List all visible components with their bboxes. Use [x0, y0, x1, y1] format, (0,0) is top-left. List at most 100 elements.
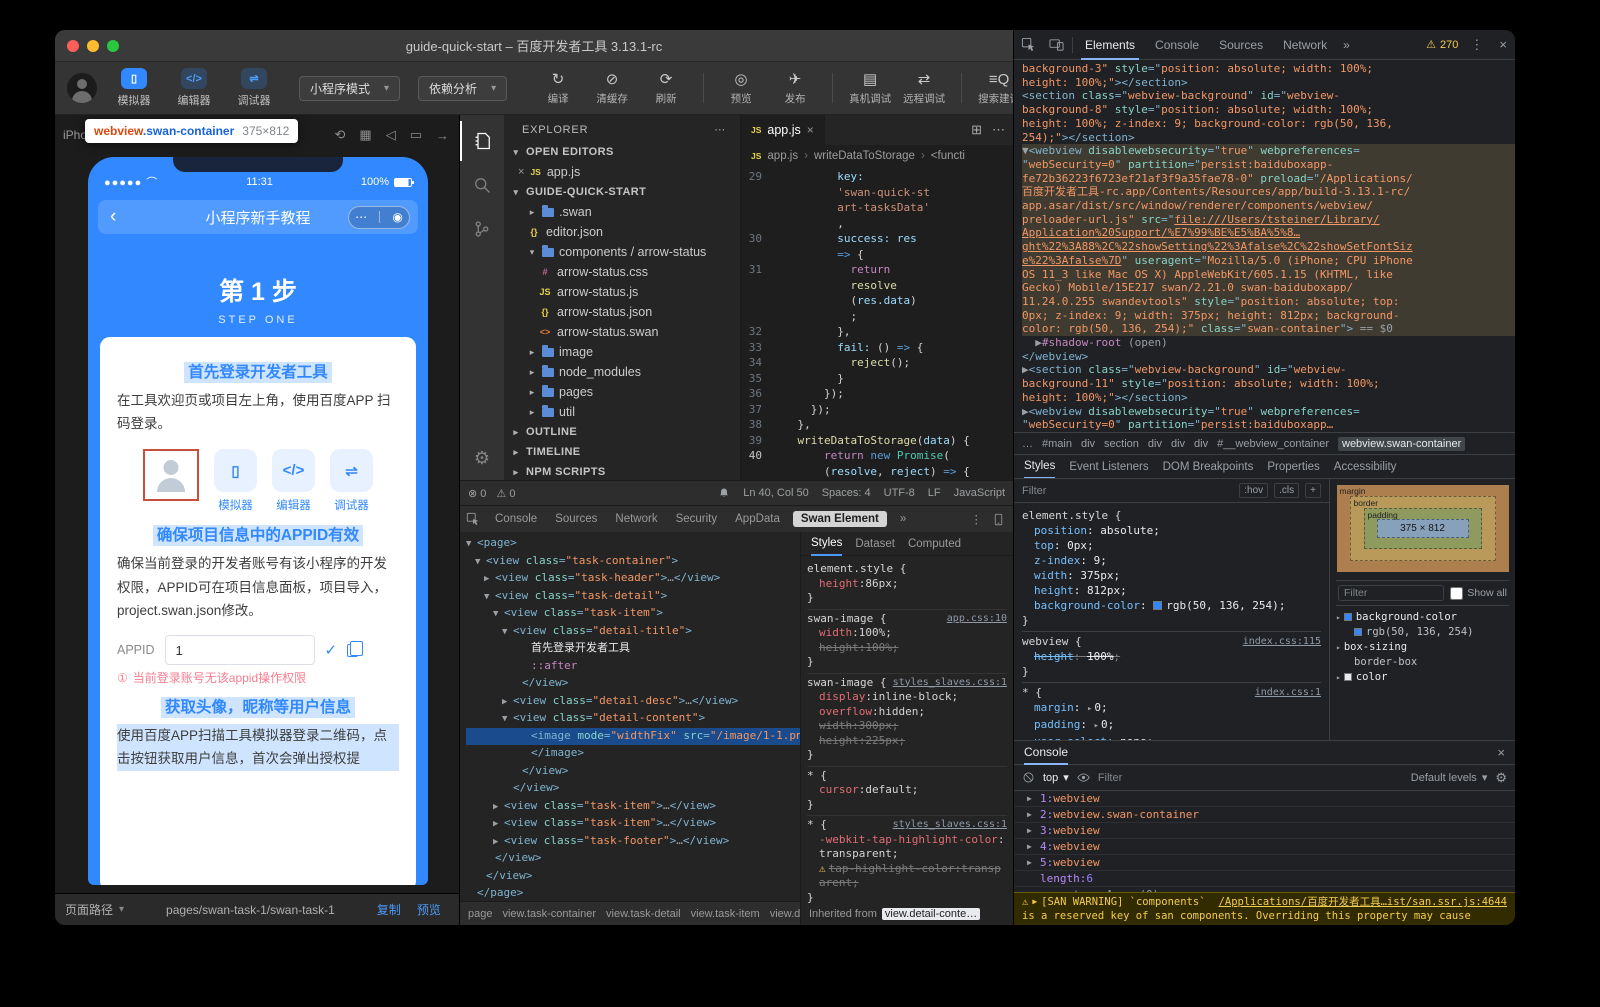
live-expression-eye-icon[interactable] [1077, 771, 1090, 784]
sidebar-section-NPM SCRIPTS[interactable]: ▸NPM SCRIPTS [504, 462, 740, 480]
preview-path-button[interactable]: 预览 [417, 901, 441, 918]
computed-property[interactable]: ▸background-color [1336, 610, 1509, 625]
tree-item-arrow-status.js[interactable]: JSarrow-status.js [504, 282, 740, 302]
css-property[interactable]: ⚠tap-highlight-color:transparent; [807, 862, 1007, 891]
dom-crumb[interactable]: … [1022, 438, 1033, 450]
dom-node[interactable]: ▼<view class="detail-title"> [466, 623, 800, 641]
css-property[interactable]: height:86px; [807, 577, 1007, 592]
dom-node[interactable]: ▶<view class="task-item">…</view> [466, 798, 800, 816]
dom-node[interactable]: ▼<view class="task-item"> [466, 605, 800, 623]
settings-gear-icon[interactable]: ⚙ [460, 440, 504, 476]
dom-node[interactable]: <image mode="widthFix" src="/image/1-1.p… [466, 728, 800, 746]
class-button[interactable]: .cls [1274, 483, 1299, 498]
code-line[interactable]: 39 writeDataToStorage(data) { [741, 433, 1013, 449]
tree-item-arrow-status.swan[interactable]: <>arrow-status.swan [504, 322, 740, 342]
status-item[interactable]: Spaces: 4 [822, 487, 871, 499]
copy-path-button[interactable]: 复制 [377, 901, 401, 918]
html-line[interactable]: ▶<section class="webview-background" id=… [1022, 363, 1515, 377]
dom-node[interactable]: ▼<view class="task-detail"> [466, 588, 800, 606]
toolbar-action-清缓存[interactable]: ⊘清缓存 [587, 71, 637, 106]
html-line[interactable]: height: 100%;"></section> [1022, 391, 1515, 405]
explorer-icon[interactable] [460, 121, 504, 161]
status-item[interactable]: UTF-8 [884, 487, 915, 499]
page-path-dropdown[interactable]: 页面路径▾ [65, 901, 124, 918]
tab-appdata[interactable]: AppData [726, 513, 789, 525]
expand-arrow-icon[interactable]: ▸ [1094, 721, 1099, 731]
dom-crumb[interactable]: div [1194, 438, 1208, 450]
copy-icon[interactable] [347, 644, 358, 657]
toolbar-action-刷新[interactable]: ⟳刷新 [641, 71, 691, 106]
dom-node[interactable]: ▼<view class="detail-content"> [466, 710, 800, 728]
stylesheet-link[interactable]: styles_slaves.css:1 [893, 818, 1007, 833]
css-property[interactable]: display:inline-block; [807, 690, 1007, 705]
open-editors-section[interactable]: ▾ OPEN EDITORS [504, 142, 740, 162]
html-line[interactable]: app.asar/dist/src/window/renderer/compon… [1022, 199, 1515, 213]
dom-node[interactable]: </view> [466, 763, 800, 781]
html-line[interactable]: Application%20Support/%E7%99%BE%E5%BA%5%… [1022, 226, 1515, 240]
bell-icon[interactable] [718, 487, 730, 499]
devtools-kebab-icon[interactable]: ⋮ [1462, 37, 1491, 53]
computed-property[interactable]: rgb(50, 136, 254) [1336, 625, 1509, 640]
html-line[interactable]: e%22%3Afalse%7D" useragent="Mozilla/5.0 … [1022, 254, 1515, 268]
mode-button-模拟器[interactable]: ▯模拟器 [111, 68, 157, 108]
styles-subtab-dataset[interactable]: Dataset [855, 538, 895, 550]
forward-icon[interactable]: → [436, 128, 449, 143]
styles-filter-input[interactable] [1022, 485, 1233, 497]
rule-selector[interactable]: swan-image { [807, 676, 886, 691]
styles-subtab-computed[interactable]: Computed [908, 538, 961, 550]
log-levels-dropdown[interactable]: Default levels▾ [1411, 771, 1488, 784]
close-tab-icon[interactable]: × [807, 123, 814, 137]
tab-console[interactable]: Console [1145, 30, 1209, 60]
code-line[interactable]: 37 }); [741, 402, 1013, 418]
tab-sources[interactable]: Sources [546, 513, 606, 525]
css-property[interactable]: height: 812px; [1022, 583, 1321, 598]
styles-subtab-styles[interactable]: Styles [1024, 455, 1055, 479]
tree-item-util[interactable]: ▸util [504, 402, 740, 422]
console-close-icon[interactable]: × [1487, 745, 1515, 760]
code-line[interactable]: resolve [741, 278, 1013, 294]
dom-node[interactable]: </view> [466, 850, 800, 868]
appid-input[interactable] [165, 635, 315, 665]
code-line[interactable]: 40 return new Promise( [741, 448, 1013, 464]
rule-selector[interactable]: element.style { [807, 562, 906, 577]
inspect-cursor-icon[interactable] [1014, 37, 1042, 52]
html-line[interactable]: preloader-url.js" src="file:///Users/tst… [1022, 213, 1515, 227]
expand-arrow-icon[interactable]: ▸ [1087, 704, 1092, 714]
sound-icon[interactable]: ◁ [386, 127, 396, 143]
code-line[interactable]: (resolve, reject) => { [741, 464, 1013, 480]
code-line[interactable]: 30 success: res [741, 231, 1013, 247]
status-item[interactable]: Ln 40, Col 50 [743, 487, 808, 499]
dom-node[interactable]: ▶<view class="task-footer">…</view> [466, 833, 800, 851]
mode-button-调试器[interactable]: ⇌调试器 [231, 68, 277, 108]
toolbar-action-预览[interactable]: ◎预览 [716, 71, 766, 106]
stylesheet-link[interactable]: index.css:1 [1255, 685, 1321, 700]
problems-errors[interactable]: ⊗ 0 [468, 487, 486, 500]
dom-node[interactable]: </view> [466, 780, 800, 798]
code-line[interactable]: => { [741, 247, 1013, 263]
stylesheet-link[interactable]: index.css:115 [1243, 634, 1321, 649]
breadcrumb-item[interactable]: <functi [931, 150, 965, 162]
user-avatar[interactable] [67, 73, 97, 103]
html-line[interactable]: ▼<webview disablewebsecurity="true" webp… [1022, 144, 1515, 158]
console-entry[interactable]: ▶3: webview [1014, 823, 1515, 839]
code-area[interactable]: 29 key: 'swan-quick-st art-tasksData' ,3… [741, 167, 1013, 479]
toolbar-action-发布[interactable]: ✈发布 [770, 71, 820, 106]
dom-node[interactable]: ▶<view class="detail-desc">…</view> [466, 693, 800, 711]
mode-button-编辑器[interactable]: </>编辑器 [171, 68, 217, 108]
css-property[interactable]: height:100%; [807, 641, 1007, 656]
dom-node[interactable]: </page> [466, 885, 800, 901]
toolbar-dropdown-依赖分析[interactable]: 依赖分析▾ [418, 76, 507, 101]
stylesheet-link[interactable]: styles_slaves.css:1 [893, 676, 1007, 691]
tab-network[interactable]: Network [1273, 30, 1337, 60]
css-property[interactable]: width:100%; [807, 626, 1007, 641]
code-line[interactable]: (res.data) [741, 293, 1013, 309]
minimize-window-button[interactable] [87, 40, 99, 52]
status-item[interactable]: LF [928, 487, 941, 499]
console-settings-icon[interactable]: ⚙ [1495, 770, 1507, 786]
status-item[interactable]: JavaScript [954, 487, 1005, 499]
css-property[interactable]: padding: ▸0; [1022, 717, 1321, 734]
issues-warning-badge[interactable]: ⚠270 [1426, 38, 1462, 51]
context-selector[interactable]: top▾ [1043, 771, 1069, 784]
console-entry[interactable]: ▶5: webview [1014, 855, 1515, 871]
code-line[interactable]: 35 } [741, 371, 1013, 387]
